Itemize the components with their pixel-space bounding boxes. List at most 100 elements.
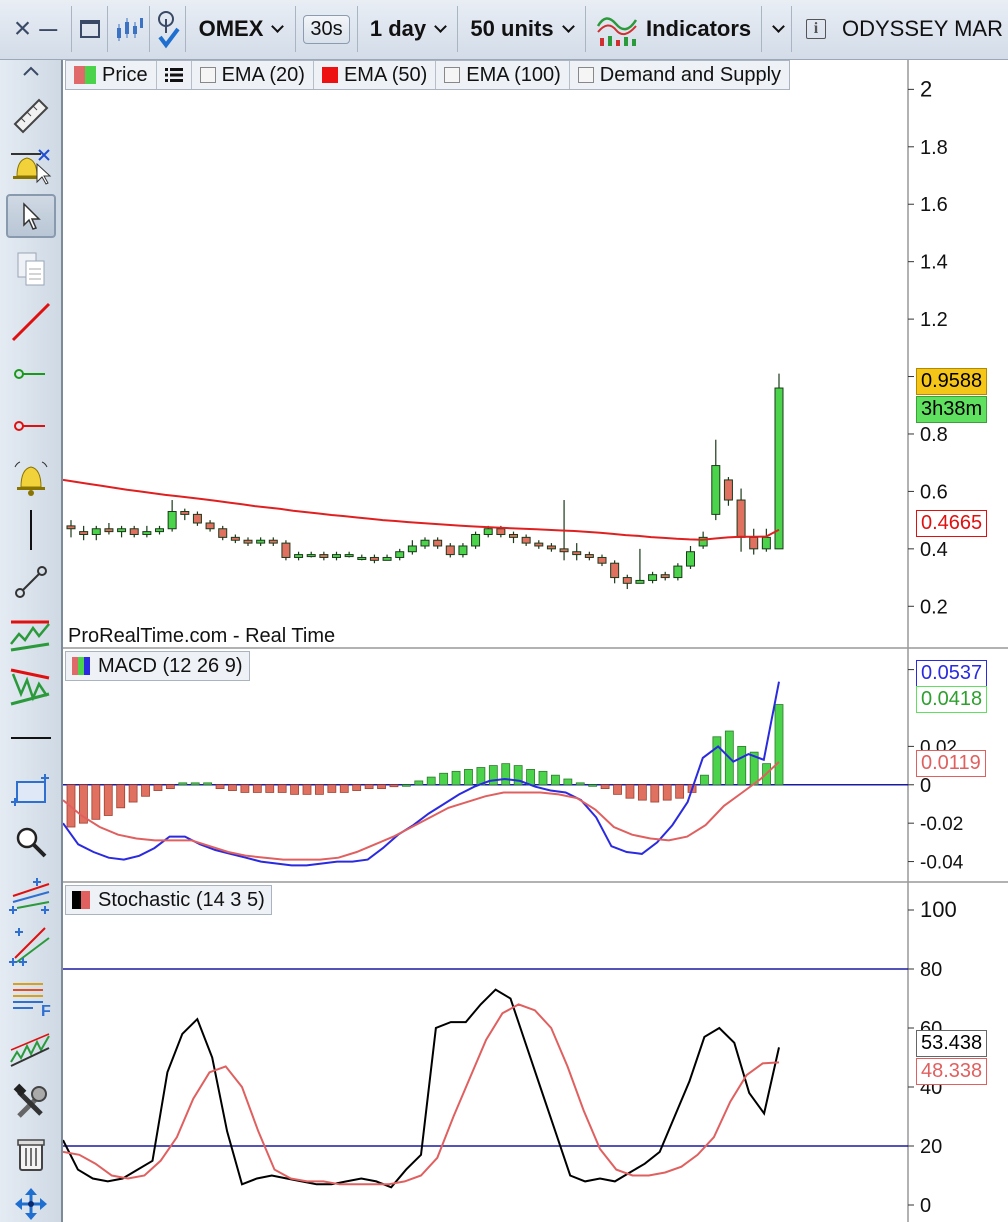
symbol-dropdown[interactable]: OMEX [186, 6, 296, 52]
candle-body [496, 528, 506, 535]
horizontal-ray-red-icon[interactable] [6, 404, 56, 448]
macd-histogram-bar [575, 782, 585, 786]
legend-price-label: Price [102, 63, 148, 86]
channel-down-icon[interactable] [6, 664, 56, 708]
units-label: 50 units [470, 16, 554, 41]
candle-body [774, 387, 784, 550]
zoom-icon[interactable] [6, 820, 56, 864]
macd-value-badge: 0.0537 [916, 660, 988, 687]
macd-histogram-bar [315, 784, 324, 795]
candle-body [711, 465, 721, 515]
candle-body [509, 533, 518, 538]
candle-body [294, 554, 304, 558]
indicators-icon [596, 17, 638, 46]
chevron-down-icon [271, 20, 285, 33]
pointer-tool-icon[interactable] [6, 194, 56, 238]
candle-body [433, 539, 443, 547]
link-check-icon[interactable] [150, 6, 186, 52]
settings-tools-icon[interactable] [6, 1080, 56, 1124]
refresh-interval[interactable]: 30s [296, 6, 358, 52]
legend-ema-20[interactable]: EMA (20) [192, 61, 314, 89]
macd-histogram-bar [203, 782, 213, 786]
candle-body [559, 548, 569, 553]
macd-histogram-bar [414, 780, 424, 786]
units-dropdown[interactable]: 50 units [458, 6, 586, 52]
macd-histogram-bar [650, 784, 660, 803]
alert-bell-icon[interactable] [6, 456, 56, 500]
ema-50-color-swatch[interactable] [321, 67, 338, 83]
instrument-title: ODYSSEY MAR [842, 16, 1003, 41]
vertical-line-icon[interactable] [6, 508, 56, 552]
legend-ema-100[interactable]: EMA (100) [436, 61, 570, 89]
stochastic-tick-label: 100 [920, 897, 957, 922]
candle-body [622, 577, 632, 584]
candlestick-type-icon[interactable] [108, 6, 150, 52]
copy-icon[interactable] [6, 248, 56, 292]
candle-body [445, 545, 455, 556]
candle-body [534, 542, 544, 547]
ruler-icon[interactable] [6, 92, 56, 136]
fan-lines-icon[interactable] [6, 924, 56, 968]
symbol-label: OMEX [198, 16, 264, 41]
ema-20-checkbox[interactable] [199, 67, 216, 83]
candle-body [407, 545, 417, 553]
watermark: ProRealTime.com - Real Time [68, 625, 336, 647]
demand-supply-checkbox[interactable] [577, 67, 594, 83]
segment-icon[interactable] [6, 560, 56, 604]
chart-area[interactable]: 21.81.61.41.210.80.60.40.2 0.060.020-0.0… [63, 60, 1008, 1222]
macd-histogram-bar [240, 784, 250, 793]
trash-icon[interactable] [6, 1132, 56, 1176]
macd-histogram-bar [401, 784, 411, 787]
legend-ema-100-label: EMA (100) [466, 63, 561, 86]
fibonacci-icon[interactable]: F [6, 976, 56, 1020]
move-icon[interactable] [6, 1182, 56, 1222]
stochastic-tick-label: 80 [920, 959, 942, 981]
macd-tick-label: -0.04 [920, 853, 964, 874]
stochastic-d-badge: 48.338 [916, 1058, 988, 1085]
macd-histogram-bar [588, 784, 598, 787]
macd-histogram-bar [600, 784, 610, 790]
macd-histogram-bar [103, 784, 113, 816]
macd-histogram-bar [252, 784, 262, 793]
pitchfork-icon[interactable] [6, 872, 56, 916]
indicators-menu-button[interactable] [762, 6, 792, 52]
legend-list-icon[interactable] [157, 61, 192, 89]
candle-body [142, 531, 152, 535]
horizontal-line-icon[interactable] [6, 716, 56, 760]
legend-ema-20-label: EMA (20) [221, 63, 305, 86]
rectangle-tool-icon[interactable] [6, 768, 56, 812]
macd-histogram-bar [613, 784, 622, 795]
macd-histogram-bar [439, 772, 449, 786]
indicators-button[interactable]: Indicators [586, 6, 762, 52]
macd-legend[interactable]: MACD (12 26 9) [65, 651, 250, 681]
macd-histogram-bar [228, 784, 237, 791]
candle-body [129, 528, 139, 535]
delete-alerts-icon[interactable] [6, 144, 56, 188]
stochastic-k-badge: 53.438 [916, 1030, 988, 1057]
minimize-icon[interactable]: — [39, 19, 57, 40]
countdown-badge: 3h38m [916, 396, 988, 423]
legend-price[interactable]: Price [66, 61, 157, 89]
timeframe-dropdown[interactable]: 1 day [358, 6, 458, 52]
candle-body [635, 579, 645, 584]
candle-body [648, 574, 658, 581]
stochastic-legend[interactable]: Stochastic (14 3 5) [65, 885, 272, 915]
horizontal-ray-green-icon[interactable] [6, 352, 56, 396]
legend-ema-50[interactable]: EMA (50) [314, 61, 437, 89]
close-icon[interactable]: × [14, 12, 32, 46]
channel-up-icon[interactable] [6, 612, 56, 656]
ema-100-checkbox[interactable] [444, 67, 461, 83]
collapse-up-icon[interactable] [6, 60, 56, 82]
macd-histogram-bar [302, 784, 312, 795]
legend-demand-supply[interactable]: Demand and Supply [570, 61, 789, 89]
macd-tick-label: 0 [920, 775, 931, 797]
drawing-tools-sidebar: F [0, 60, 63, 1222]
pattern-icon[interactable] [6, 1028, 56, 1072]
instrument-info[interactable]: i ODYSSEY MAR [792, 6, 1008, 52]
candle-body [458, 545, 468, 556]
app-window: × — OMEX 30s 1 day 50 units Indicators i… [0, 0, 1008, 1222]
maximize-icon[interactable] [72, 6, 108, 52]
macd-histogram-bar [91, 784, 101, 820]
trend-line-icon[interactable] [6, 300, 56, 344]
chevron-down-icon [434, 20, 447, 33]
